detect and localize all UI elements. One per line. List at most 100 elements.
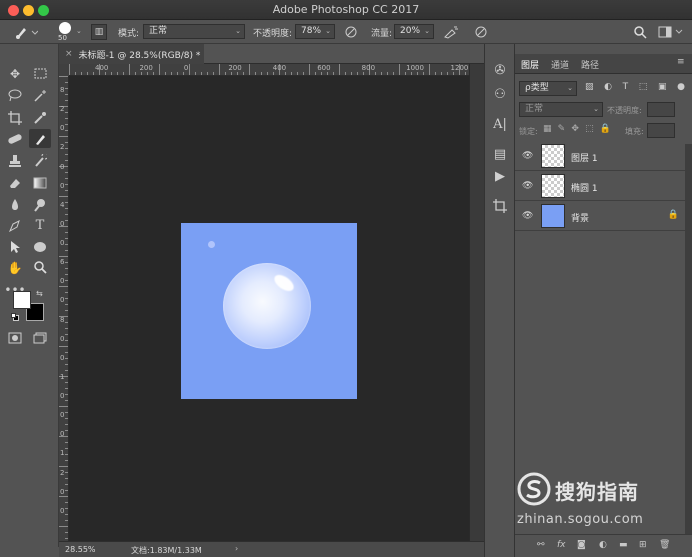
lasso-tool[interactable] [4, 86, 26, 105]
ruler-origin[interactable] [59, 64, 69, 76]
brush-tool[interactable] [29, 129, 51, 148]
tab-channels[interactable]: 通道 [551, 58, 569, 71]
foreground-color-swatch[interactable] [13, 291, 31, 309]
fx-icon[interactable]: fx [557, 540, 566, 550]
workspace-switcher[interactable] [656, 24, 686, 40]
brush-icon [36, 134, 45, 145]
lock-icon[interactable]: 🔒 [668, 210, 679, 220]
tab-layers[interactable]: 图层 [521, 58, 539, 71]
crop-panel-button[interactable] [489, 196, 511, 216]
airbrush-button[interactable] [442, 24, 460, 40]
new-layer-icon[interactable]: ⊞ [639, 540, 647, 550]
layer-filter-icons: ▨ ◐ T ⬚ ▣ ● [585, 82, 685, 96]
ruler-label: 0 [60, 411, 65, 420]
visibility-eye-icon[interactable]: 👁 [522, 211, 533, 221]
link-layers-icon[interactable]: ⚯ [537, 540, 545, 550]
close-tab-icon[interactable]: × [65, 49, 73, 59]
lock-pixels-icon[interactable]: ✎ [558, 124, 566, 134]
dodge-tool[interactable] [29, 195, 51, 214]
layer-row-1[interactable]: 👁 图层 1 [515, 142, 685, 171]
tool-preset-picker[interactable] [10, 23, 40, 41]
smart-object-filter-icon[interactable]: ▣ [658, 82, 667, 96]
status-menu-arrow[interactable]: › [235, 544, 238, 553]
chevron-down-icon: ⌄ [593, 105, 599, 113]
gradient-icon [33, 177, 47, 188]
blend-mode-select[interactable]: 正常 ⌄ [519, 102, 603, 117]
pen-tool[interactable] [4, 216, 26, 235]
mode-select[interactable]: 正常 ⌄ [143, 24, 245, 39]
fill-input[interactable] [647, 123, 675, 138]
document-canvas[interactable] [181, 223, 357, 399]
panel-tabs: 图层 通道 路径 ≡ [515, 54, 692, 74]
swap-colors-icon[interactable]: ⇆ [36, 289, 43, 298]
adjustment-layer-icon[interactable]: ◐ [599, 540, 607, 550]
pressure-size-button[interactable] [473, 24, 489, 40]
brush-panel-toggle[interactable]: ▥ [91, 24, 107, 40]
brush-preset-picker[interactable]: 50 ⌄ [54, 21, 82, 43]
move-icon: ✥ [9, 66, 21, 81]
lock-artboard-icon[interactable]: ⬚ [585, 124, 594, 134]
ellipse-tool[interactable] [29, 237, 51, 256]
layer-row-2[interactable]: 👁 椭圆 1 [515, 172, 685, 201]
flow-input[interactable]: 20% ⌄ [394, 24, 434, 39]
tab-paths[interactable]: 路径 [581, 58, 599, 71]
adjustment-filter-icon[interactable]: ◐ [604, 82, 612, 96]
eyedropper-tool[interactable] [29, 108, 51, 127]
history-panel-button[interactable]: ✇ [489, 60, 511, 80]
path-selection-tool[interactable] [4, 237, 26, 256]
history-brush-tool[interactable] [29, 151, 51, 170]
lock-position-icon[interactable]: ✥ [571, 124, 579, 134]
clone-stamp-tool[interactable] [4, 151, 26, 170]
brush-panel-icon: ▥ [94, 27, 104, 37]
search-button[interactable] [632, 24, 648, 40]
pressure-opacity-button[interactable] [343, 24, 359, 40]
bubble-highlight [271, 271, 297, 295]
hand-tool[interactable]: ✋ [4, 258, 26, 277]
image-filter-icon[interactable]: ▨ [585, 82, 594, 96]
panel-menu-icon[interactable]: ≡ [677, 57, 685, 67]
layer-name: 背景 [571, 214, 590, 224]
blur-tool[interactable] [4, 195, 26, 214]
opacity-input[interactable]: 78% ⌄ [295, 24, 335, 39]
actions-panel-button[interactable]: ▶ [489, 166, 511, 186]
character-panel-button[interactable]: A| [489, 114, 511, 134]
layers-scrollbar[interactable] [685, 144, 692, 534]
quick-mask-button[interactable] [4, 328, 26, 347]
crop-tool[interactable] [4, 108, 26, 127]
group-folder-icon[interactable]: ▬ [619, 540, 628, 550]
type-tool[interactable]: T [29, 216, 51, 235]
add-mask-icon[interactable]: ◙ [577, 540, 586, 550]
horizontal-ruler[interactable]: 400 200 0 200 400 600 800 1000 1200 [69, 64, 469, 76]
layer-filter-select[interactable]: ρ类型 ⌄ [519, 81, 577, 96]
marquee-tool[interactable] [29, 64, 51, 83]
type-filter-icon[interactable]: T [623, 82, 629, 96]
document-tab[interactable]: × 未标题-1 @ 28.5%(RGB/8) * [59, 44, 204, 64]
layer-opacity-input[interactable] [647, 102, 675, 117]
character-icon: A| [493, 116, 507, 132]
move-tool[interactable]: ✥ [4, 64, 26, 83]
lock-transparent-icon[interactable]: ▦ [543, 124, 552, 134]
layer-row-3[interactable]: 👁 背景 🔒 [515, 202, 685, 231]
lock-all-icon[interactable]: 🔒 [600, 124, 611, 134]
visibility-eye-icon[interactable]: 👁 [522, 181, 533, 191]
canvas-workspace[interactable] [69, 76, 469, 541]
shape-filter-icon[interactable]: ⬚ [639, 82, 648, 96]
healing-brush-tool[interactable] [4, 129, 26, 148]
visibility-eye-icon[interactable]: 👁 [522, 151, 533, 161]
document-size-info[interactable]: 文档:1.83M/1.33M [131, 545, 202, 556]
lasso-icon [8, 89, 22, 102]
canvas-vertical-scrollbar[interactable] [469, 64, 484, 541]
libraries-panel-button[interactable]: ▤ [489, 144, 511, 164]
screen-mode-button[interactable] [29, 328, 51, 347]
default-colors-icon[interactable] [11, 313, 19, 321]
gradient-tool[interactable] [29, 173, 51, 192]
layers-bottom-bar: ⚯ fx ◙ ◐ ▬ ⊞ 🗑 [515, 534, 692, 557]
filter-toggle-icon[interactable]: ● [677, 82, 685, 96]
vertical-ruler[interactable]: 8 2 0 2 0 0 4 0 0 6 0 0 8 0 0 1 0 0 0 1 2 0 0 [59, 76, 69, 541]
zoom-tool[interactable] [29, 258, 51, 277]
trash-icon[interactable]: 🗑 [659, 540, 670, 550]
zoom-level[interactable]: 28.55% [65, 545, 96, 554]
properties-panel-button[interactable]: ⚇ [489, 84, 511, 104]
eraser-tool[interactable] [4, 173, 26, 192]
magic-wand-tool[interactable] [29, 86, 51, 105]
